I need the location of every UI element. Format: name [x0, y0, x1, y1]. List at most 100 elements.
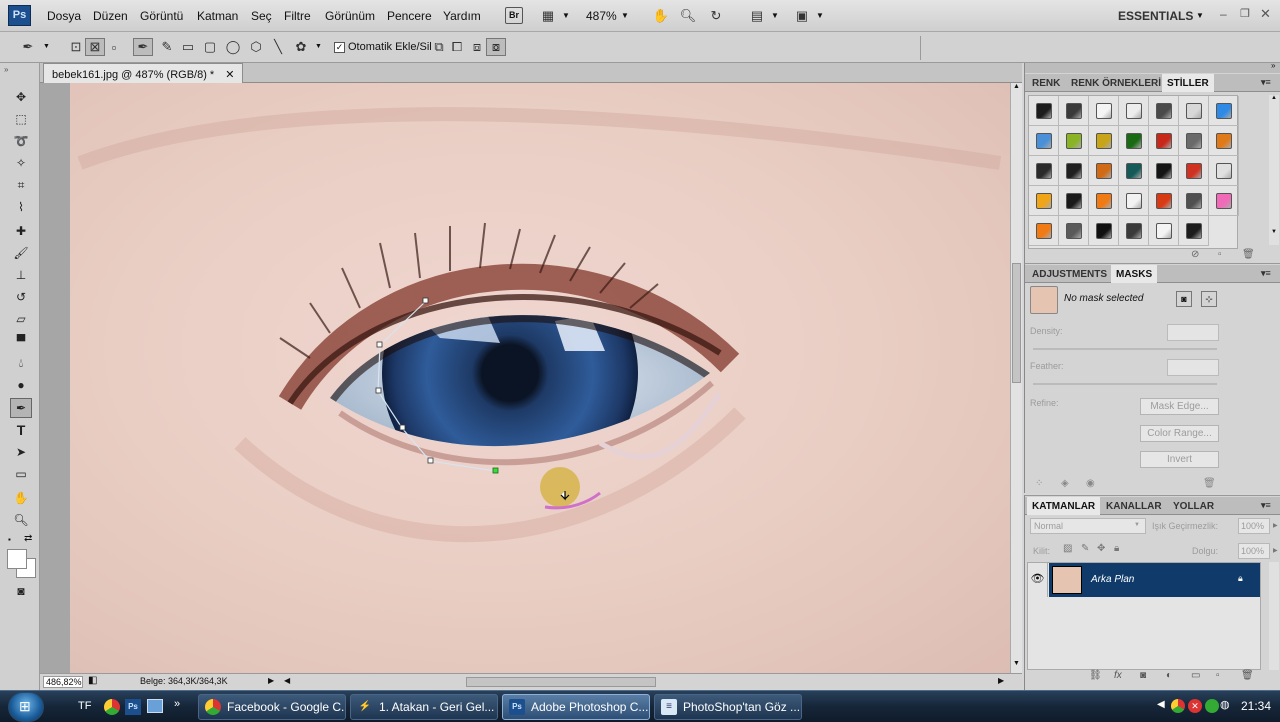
new-group-icon[interactable]: ▭ — [1191, 670, 1200, 681]
style-swatch[interactable] — [1029, 186, 1059, 216]
lock-position-icon[interactable]: ✥ — [1097, 543, 1105, 554]
status-menu-icon[interactable]: ▶ — [268, 676, 274, 685]
tab-adjustments[interactable]: ADJUSTMENTS — [1027, 265, 1112, 283]
auto-add-delete-checkbox[interactable]: ✓ — [334, 42, 345, 53]
hand-tool-icon[interactable]: ✋ — [10, 488, 32, 508]
style-swatch[interactable] — [1059, 216, 1089, 246]
pen-tool-icon[interactable]: ✒ — [10, 398, 32, 418]
pen-icon[interactable]: ✒ — [133, 38, 153, 56]
menu-duzen[interactable]: Düzen — [93, 9, 128, 23]
styles-scrollbar[interactable]: ▲ ▼ — [1269, 95, 1279, 245]
clear-style-icon[interactable]: ⊘ — [1191, 249, 1199, 260]
menu-dosya[interactable]: Dosya — [47, 9, 81, 23]
foreground-color-swatch[interactable] — [7, 549, 27, 569]
scroll-left-icon[interactable]: ◀ — [284, 676, 290, 685]
restore-icon[interactable]: ❐ — [1240, 7, 1250, 20]
style-swatch[interactable] — [1179, 96, 1209, 126]
style-swatch[interactable] — [1119, 96, 1149, 126]
adjustment-layer-icon[interactable]: ◐ — [1166, 670, 1172, 681]
quick-mask-icon[interactable]: ◙ — [10, 581, 32, 601]
healing-brush-tool-icon[interactable]: ✚ — [10, 221, 32, 241]
style-swatch[interactable] — [1029, 156, 1059, 186]
menu-gorunum[interactable]: Görünüm — [325, 9, 375, 23]
language-indicator[interactable]: TF — [78, 700, 91, 712]
tab-renk[interactable]: RENK — [1027, 74, 1065, 92]
style-swatch[interactable] — [1119, 186, 1149, 216]
density-field[interactable] — [1167, 324, 1219, 341]
paths-icon[interactable]: ⊠ — [85, 38, 105, 56]
task-facebook[interactable]: Facebook - Google C... — [198, 694, 346, 720]
lock-pixels-icon[interactable]: ✎ — [1081, 543, 1089, 554]
tab-katmanlar[interactable]: KATMANLAR — [1027, 497, 1101, 515]
style-swatch[interactable] — [1209, 186, 1239, 216]
custom-shape-icon[interactable]: ✿ — [291, 38, 311, 56]
collapse-tools-icon[interactable]: » — [4, 65, 8, 74]
close-icon[interactable]: ✕ — [1260, 6, 1271, 22]
brush-tool-icon[interactable]: 🖌︎ — [10, 243, 32, 263]
pen-tool-preset-icon[interactable]: ✒ — [18, 38, 38, 56]
quicklaunch-more-icon[interactable]: » — [174, 698, 180, 710]
task-photoshop[interactable]: Ps Adobe Photoshop C... — [502, 694, 650, 720]
exclude-path-icon[interactable]: ⧇ — [486, 38, 506, 56]
opacity-field[interactable]: 100% — [1238, 518, 1270, 534]
tab-yollar[interactable]: YOLLAR — [1168, 497, 1219, 515]
tab-masks[interactable]: MASKS — [1111, 265, 1158, 283]
apply-mask-icon[interactable]: ◈ — [1061, 478, 1069, 489]
arrange-icon[interactable]: ▤ — [747, 7, 767, 25]
style-swatch[interactable] — [1059, 156, 1089, 186]
photoshop-quicklaunch-icon[interactable]: Ps — [125, 699, 141, 715]
layers-scrollbar[interactable] — [1269, 562, 1279, 670]
new-style-icon[interactable]: ▫ — [1218, 249, 1222, 260]
polygon-icon[interactable]: ⬡ — [246, 38, 266, 56]
screen-icon[interactable]: ▣ — [792, 7, 812, 25]
vertical-scroll-thumb[interactable] — [1012, 263, 1021, 383]
screen-mode-icon[interactable]: ▦ — [538, 7, 558, 25]
marquee-tool-icon[interactable]: ⬚ — [10, 109, 32, 129]
styles-scroll-down-icon[interactable]: ▼ — [1269, 229, 1279, 235]
style-swatch[interactable] — [1119, 156, 1149, 186]
style-swatch[interactable] — [1119, 216, 1149, 246]
style-swatch[interactable] — [1029, 216, 1059, 246]
crop-tool-icon[interactable]: ⌗ — [10, 175, 32, 195]
style-swatch[interactable] — [1179, 216, 1209, 246]
style-swatch[interactable] — [1089, 126, 1119, 156]
geometry-chevron-icon[interactable]: ▼ — [315, 43, 322, 50]
shape-tool-icon[interactable]: ▭ — [10, 464, 32, 484]
style-swatch[interactable] — [1179, 126, 1209, 156]
status-zoom[interactable]: 486,82% — [43, 676, 83, 688]
style-swatch[interactable] — [1209, 96, 1239, 126]
disable-mask-icon[interactable]: ◉ — [1086, 478, 1095, 489]
zoom-icon[interactable]: 🔍︎ — [678, 7, 698, 25]
scroll-down-icon[interactable]: ▼ — [1011, 660, 1022, 672]
default-colors-icon[interactable]: ▪ — [8, 535, 11, 544]
tray-network-icon[interactable]: ◍ — [1220, 698, 1230, 711]
chrome-quicklaunch-icon[interactable] — [104, 699, 120, 715]
freeform-pen-icon[interactable]: ✎ — [157, 38, 177, 56]
density-slider[interactable] — [1033, 348, 1217, 350]
style-swatch[interactable] — [1209, 126, 1239, 156]
style-swatch[interactable] — [1149, 186, 1179, 216]
menu-sec[interactable]: Seç — [251, 9, 272, 23]
panel-menu-icon[interactable]: ▾≡ — [1261, 77, 1271, 88]
bridge-button[interactable]: Br — [505, 7, 523, 24]
new-layer-icon[interactable]: ▫ — [1216, 670, 1220, 681]
scroll-up-icon[interactable]: ▲ — [1011, 83, 1022, 95]
preset-chevron-icon[interactable]: ▼ — [43, 43, 50, 50]
horizontal-scroll-thumb[interactable] — [466, 677, 656, 687]
delete-style-icon[interactable]: 🗑︎ — [1242, 249, 1255, 260]
type-tool-icon[interactable]: T — [10, 420, 32, 440]
collapse-panels-icon[interactable]: » — [1271, 61, 1275, 70]
blend-chevron-icon[interactable]: ▼ — [1134, 522, 1140, 528]
tray-expand-icon[interactable]: ◀ — [1157, 699, 1165, 710]
intersect-path-icon[interactable]: ⧈ — [467, 38, 487, 56]
style-swatch[interactable] — [1179, 156, 1209, 186]
document-canvas[interactable] — [40, 83, 1010, 673]
invert-button[interactable]: Invert — [1140, 451, 1219, 468]
document-tab[interactable]: bebek161.jpg @ 487% (RGB/8) * ✕ — [43, 63, 244, 83]
line-icon[interactable]: ╲ — [268, 38, 288, 56]
minimize-icon[interactable]: – — [1220, 7, 1227, 21]
rounded-rectangle-icon[interactable]: ▢ — [200, 38, 220, 56]
path-selection-tool-icon[interactable]: ➤ — [10, 442, 32, 462]
scroll-right-icon[interactable]: ▶ — [998, 676, 1004, 685]
masks-panel-menu-icon[interactable]: ▾≡ — [1261, 268, 1271, 279]
